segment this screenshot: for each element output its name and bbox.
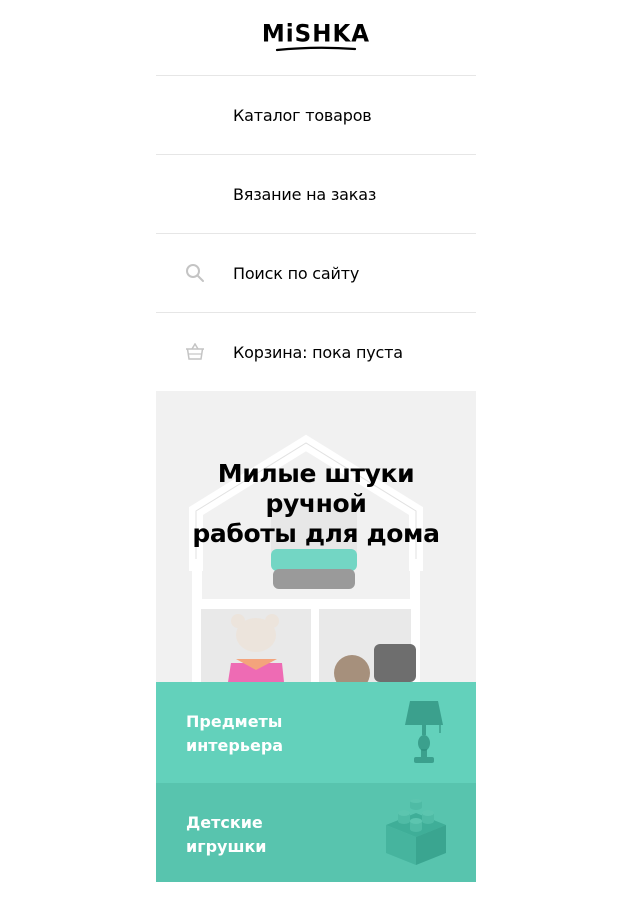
nav-item-catalog[interactable]: Каталог товаров (156, 76, 476, 155)
hero-title-line: Милые штуки (217, 459, 415, 488)
nav-item-cart[interactable]: Корзина: пока пуста (156, 313, 476, 392)
hero-banner: Милые штуки ручной работы для дома (156, 391, 476, 682)
nav-item-search[interactable]: Поиск по сайту (156, 234, 476, 313)
nav-item-label: Каталог товаров (233, 105, 372, 125)
lamp-icon (405, 701, 443, 763)
hero-title-line: ручной (265, 489, 367, 518)
nav-item-label: Корзина: пока пуста (233, 342, 403, 362)
category-toys[interactable]: Детские игрушки (156, 783, 476, 882)
site-logo[interactable]: MiSHKA (261, 20, 371, 52)
nav-item-custom-knitting[interactable]: Вязание на заказ (156, 155, 476, 234)
hero-title: Милые штуки ручной работы для дома (156, 459, 476, 549)
basket-icon (184, 341, 206, 363)
logo-text: MiSHKA (261, 20, 371, 48)
category-label-line: игрушки (186, 837, 267, 856)
nav-item-label: Вязание на заказ (233, 184, 377, 204)
site-header: MiSHKA (156, 0, 476, 75)
mobile-page: MiSHKA Каталог товаров Вязание на заказ … (156, 0, 476, 909)
toy-brick-icon (386, 799, 446, 865)
category-label-line: Предметы (186, 712, 283, 731)
nav-item-label: Поиск по сайту (233, 263, 360, 283)
main-nav: Каталог товаров Вязание на заказ Поиск п… (156, 75, 476, 392)
category-interior[interactable]: Предметы интерьера (156, 682, 476, 783)
category-label: Предметы интерьера (186, 710, 336, 758)
category-label-line: интерьера (186, 736, 284, 755)
hero-title-line: работы для дома (192, 519, 440, 548)
search-icon (184, 262, 206, 284)
category-label: Детские игрушки (186, 811, 336, 859)
category-label-line: Детские (186, 813, 263, 832)
